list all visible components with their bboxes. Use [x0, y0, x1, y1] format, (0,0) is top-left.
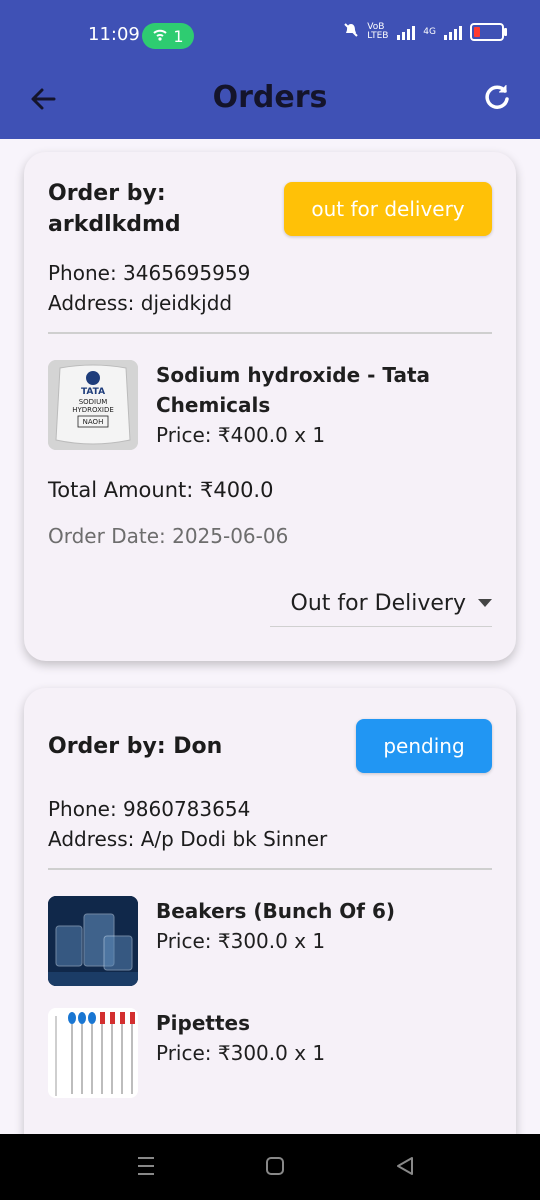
product-brand-text: TATA — [81, 387, 105, 397]
hotspot-indicator: 1 — [142, 23, 194, 49]
address-text: Address: djeidkjdd — [48, 291, 233, 315]
order-item: TATA SODIUM HYDROXIDE NAOH Sodium hydrox… — [48, 360, 492, 452]
order-date: Order Date: 2025-06-06 — [48, 524, 289, 548]
product-image: TATA SODIUM HYDROXIDE NAOH — [48, 360, 138, 450]
product-price: Price: ₹400.0 x 1 — [156, 423, 326, 447]
dropdown-caret-icon — [478, 599, 492, 607]
hotspot-count: 1 — [173, 26, 184, 46]
product-price: Price: ₹300.0 x 1 — [156, 1041, 326, 1065]
product-label-text: NAOH — [83, 418, 104, 426]
status-dropdown-value: Out for Delivery — [290, 590, 466, 616]
status-time: 11:09 — [88, 24, 140, 45]
order-by: Order by: Don — [48, 734, 223, 759]
signal-icon-2 — [444, 24, 462, 40]
address-text: Address: A/p Dodi bk Sinner — [48, 827, 328, 851]
product-price: Price: ₹300.0 x 1 — [156, 929, 326, 953]
system-nav-bar — [0, 1134, 540, 1200]
app-bar: Orders — [0, 70, 540, 139]
product-image — [48, 896, 138, 986]
product-label-text: SODIUM — [79, 398, 108, 406]
mute-icon — [343, 22, 359, 41]
page-title: Orders — [212, 80, 328, 115]
status-dropdown[interactable]: Out for Delivery — [270, 580, 492, 627]
phone-text: Phone: 3465695959 — [48, 261, 251, 285]
battery-icon — [470, 22, 507, 41]
hotspot-icon — [152, 27, 168, 46]
order-card: Order by: arkdlkdmd out for delivery Pho… — [24, 152, 516, 661]
status-badge[interactable]: pending — [356, 719, 492, 773]
status-bar: 11:09 1 VoB LTEB 4G — [0, 0, 540, 70]
product-image — [48, 1008, 138, 1098]
product-name: Beakers (Bunch Of 6) — [156, 899, 396, 923]
signal-icon-1 — [397, 24, 416, 40]
network-label-2: 4G — [423, 26, 436, 37]
order-item: Pipettes Price: ₹300.0 x 1 — [48, 1008, 492, 1100]
product-name: Sodium hydroxide - Tata Chemicals — [156, 363, 431, 417]
divider — [48, 868, 492, 870]
order-card: Order by: Don pending Phone: 9860783654 … — [24, 688, 516, 1188]
home-icon[interactable] — [264, 1154, 286, 1182]
order-by: Order by: arkdlkdmd — [48, 181, 181, 237]
recents-icon[interactable] — [136, 1154, 156, 1182]
divider — [48, 332, 492, 334]
product-name: Pipettes — [156, 1011, 250, 1035]
order-item: Beakers (Bunch Of 6) Price: ₹300.0 x 1 — [48, 896, 492, 988]
phone-text: Phone: 9860783654 — [48, 797, 251, 821]
product-label-text: HYDROXIDE — [72, 406, 114, 414]
status-badge[interactable]: out for delivery — [284, 182, 492, 236]
refresh-icon[interactable] — [482, 82, 518, 118]
network-label-1: VoB LTEB — [367, 21, 389, 41]
back-nav-icon[interactable] — [394, 1154, 416, 1182]
total-amount: Total Amount: ₹400.0 — [48, 478, 274, 502]
